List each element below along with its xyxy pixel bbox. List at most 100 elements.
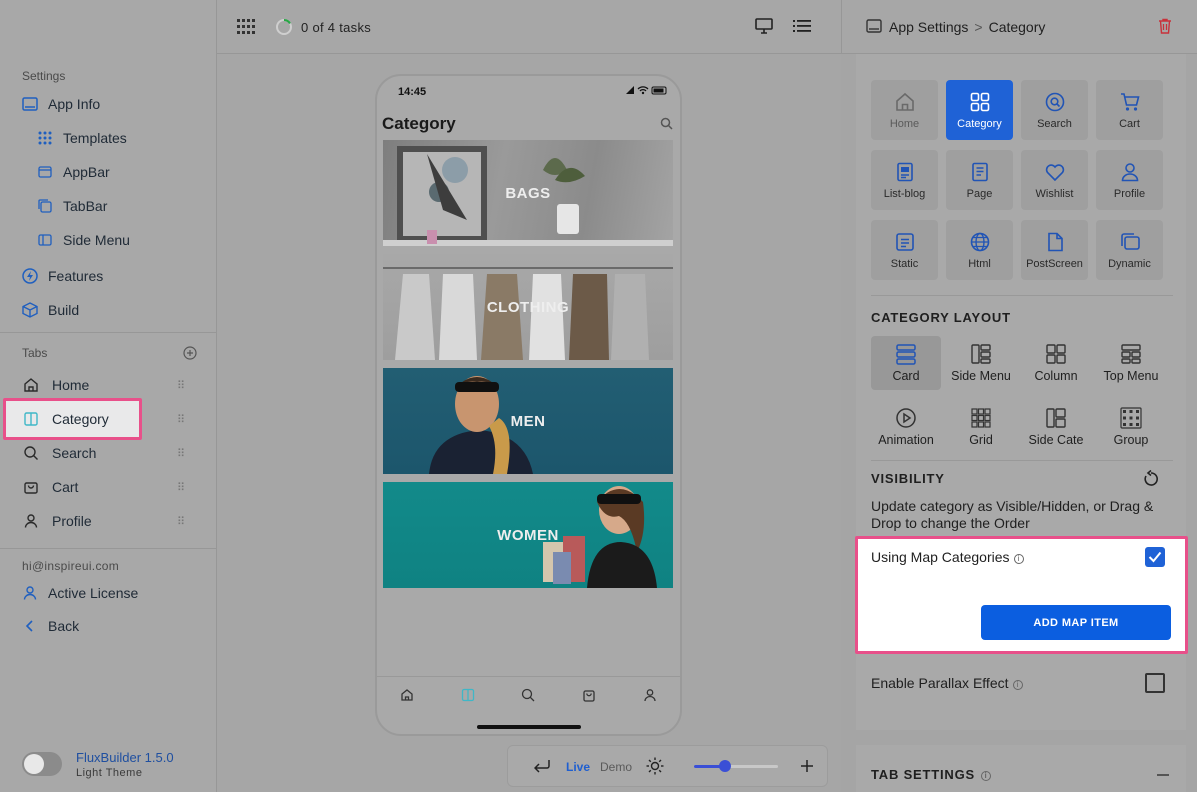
screen-tile-category[interactable]: Category	[946, 80, 1013, 140]
settings-section-header: Settings	[22, 69, 66, 83]
layout-option-card[interactable]: Card	[871, 336, 941, 390]
screen-tile-cart[interactable]: Cart	[1096, 80, 1163, 140]
layout-option-side-cate[interactable]: Side Cate	[1021, 400, 1091, 454]
map-categories-checkbox[interactable]	[1145, 547, 1165, 567]
active-license-link[interactable]: Active License	[22, 578, 138, 608]
layout-option-column[interactable]: Column	[1021, 336, 1091, 390]
document-icon	[1043, 230, 1067, 254]
add-tab-icon[interactable]	[183, 346, 197, 360]
tab-category[interactable]: Category ⠿	[22, 404, 200, 434]
apps-grid-icon[interactable]	[237, 19, 255, 35]
person-icon	[1118, 160, 1142, 184]
screen-tile-profile[interactable]: Profile	[1096, 150, 1163, 210]
tab-settings-title[interactable]: TAB SETTINGS i	[871, 767, 991, 782]
category-icon[interactable]	[461, 688, 475, 702]
reset-icon[interactable]	[1142, 470, 1160, 488]
add-map-item-button[interactable]: ADD MAP ITEM	[981, 605, 1171, 640]
home-icon[interactable]	[400, 688, 414, 702]
sidebar-item-features[interactable]: Features	[22, 261, 103, 291]
divider	[871, 295, 1173, 296]
tab-label: Cart	[52, 479, 79, 495]
desktop-icon[interactable]	[755, 18, 773, 34]
sidebar-item-appbar[interactable]: AppBar	[37, 157, 110, 187]
screen-tile-list-blog[interactable]: List-blog	[871, 150, 938, 210]
app-settings-icon	[866, 19, 882, 33]
parallax-text: Enable Parallax Effect	[871, 675, 1009, 691]
category-card-women[interactable]: WOMEN	[383, 482, 673, 588]
screen-tile-postscreen[interactable]: PostScreen	[1021, 220, 1088, 280]
bag-icon[interactable]	[582, 688, 596, 702]
info-icon[interactable]: i	[1013, 553, 1024, 564]
zoom-slider-thumb[interactable]	[719, 760, 731, 772]
phone-page-title: Category	[382, 114, 456, 133]
tab-label: Search	[52, 445, 97, 461]
search-icon[interactable]	[660, 117, 673, 130]
home-indicator	[477, 725, 581, 729]
layout-option-group[interactable]: Group	[1096, 400, 1166, 454]
phone-status-icons	[626, 85, 670, 95]
map-categories-label: Using Map Categories i	[871, 549, 1024, 565]
preview-controls	[507, 745, 828, 787]
layout-option-top-menu[interactable]: Top Menu	[1096, 336, 1166, 390]
tile-label: Home	[889, 118, 920, 130]
side-menu-icon	[37, 232, 53, 248]
search-icon[interactable]	[521, 688, 535, 702]
column-layout-icon	[1045, 343, 1067, 365]
screen-tile-dynamic[interactable]: Dynamic	[1096, 220, 1163, 280]
drag-handle-icon[interactable]: ⠿	[177, 447, 185, 460]
info-icon[interactable]: i	[1012, 679, 1023, 690]
category-card-clothing[interactable]: CLOTHING	[383, 254, 673, 360]
drag-handle-icon[interactable]: ⠿	[177, 379, 185, 392]
collapse-icon[interactable]	[1157, 774, 1169, 776]
tile-label: List-blog	[883, 188, 926, 200]
tile-label: Page	[966, 188, 993, 200]
tab-search[interactable]: Search ⠿	[22, 438, 200, 468]
tab-profile[interactable]: Profile ⠿	[22, 506, 200, 536]
home-icon	[893, 90, 917, 114]
home-icon	[22, 376, 40, 394]
cart-icon	[1118, 90, 1142, 114]
tab-cart[interactable]: Cart ⠿	[22, 472, 200, 502]
return-icon[interactable]	[534, 759, 550, 773]
screen-tile-html[interactable]: Html	[946, 220, 1013, 280]
live-mode-button[interactable]: Live	[566, 760, 590, 774]
sidebar-item-app-info[interactable]: App Info	[22, 89, 100, 119]
screen-tile-home[interactable]: Home	[871, 80, 938, 140]
tile-label: PostScreen	[1026, 258, 1083, 270]
sidebar-item-build[interactable]: Build	[22, 295, 79, 325]
zoom-slider-track[interactable]	[694, 760, 778, 772]
sidebar-item-side-menu[interactable]: Side Menu	[37, 225, 130, 255]
sidebar-item-label: Templates	[63, 130, 127, 146]
drag-handle-icon[interactable]: ⠿	[177, 413, 185, 426]
sidebar-item-tabbar[interactable]: TabBar	[37, 191, 107, 221]
parallax-checkbox[interactable]	[1145, 673, 1165, 693]
card-layout-icon	[895, 343, 917, 365]
screen-tile-page[interactable]: Page	[946, 150, 1013, 210]
breadcrumb-root[interactable]: App Settings	[889, 19, 968, 35]
screen-tile-search[interactable]: Search	[1021, 80, 1088, 140]
sidebar-item-templates[interactable]: Templates	[37, 123, 127, 153]
screen-tile-static[interactable]: Static	[871, 220, 938, 280]
templates-icon	[37, 130, 53, 146]
sun-icon[interactable]	[646, 757, 664, 775]
back-link[interactable]: Back	[22, 611, 79, 641]
demo-mode-button[interactable]: Demo	[600, 760, 632, 774]
category-label: CLOTHING	[486, 298, 570, 316]
person-icon[interactable]	[643, 688, 657, 702]
layout-option-grid[interactable]: Grid	[946, 400, 1016, 454]
tab-home[interactable]: Home ⠿	[22, 370, 200, 400]
theme-toggle[interactable]	[22, 752, 62, 776]
plus-icon[interactable]	[800, 759, 814, 773]
divider	[871, 460, 1173, 461]
info-icon[interactable]: i	[980, 770, 991, 781]
drag-handle-icon[interactable]: ⠿	[177, 515, 185, 528]
delete-icon[interactable]	[1158, 18, 1172, 34]
screen-tile-wishlist[interactable]: Wishlist	[1021, 150, 1088, 210]
category-card-bags[interactable]: BAGS	[383, 140, 673, 246]
tab-settings-text: TAB SETTINGS	[871, 767, 975, 782]
drag-handle-icon[interactable]: ⠿	[177, 481, 185, 494]
layout-option-side-menu[interactable]: Side Menu	[946, 336, 1016, 390]
layout-option-animation[interactable]: Animation	[871, 400, 941, 454]
list-view-icon[interactable]	[793, 19, 811, 33]
category-card-men[interactable]: MEN	[383, 368, 673, 474]
